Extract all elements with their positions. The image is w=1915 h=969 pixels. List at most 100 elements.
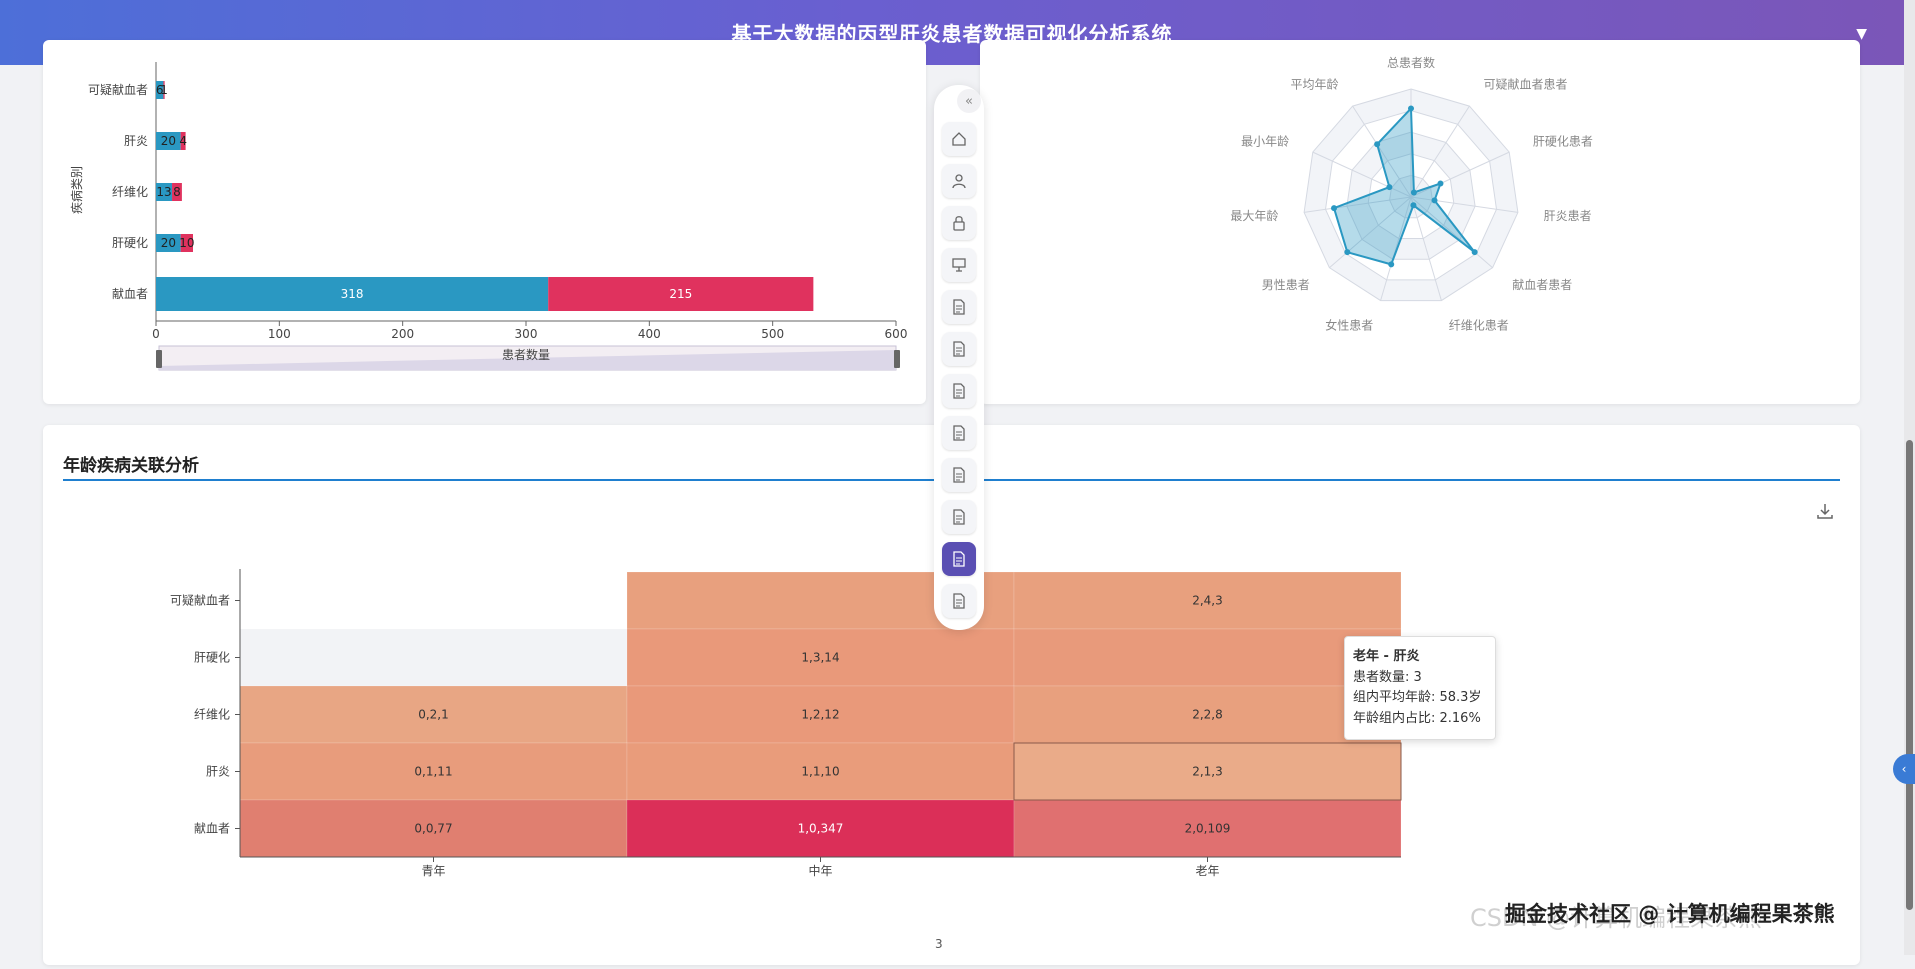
presentation-icon [952, 258, 966, 272]
radar-indicator-label: 男性患者 [1262, 278, 1310, 292]
x-tick-label: 300 [515, 327, 538, 341]
toolbar-lock-button[interactable] [942, 206, 976, 240]
x-tick-label: 400 [638, 327, 661, 341]
heatmap-cell [239, 628, 628, 687]
zoom-handle-right [894, 350, 900, 368]
radar-chart: 总患者数可疑献血者患者肝硬化患者肝炎患者献血者患者纤维化患者 女性患者 男性患者 最大… [1230, 55, 1593, 333]
x-tick-label: 老年 [1195, 864, 1219, 878]
heatmap-cell-label: 0,1,11 [414, 765, 452, 779]
radar-point [1410, 202, 1417, 209]
document-icon [953, 299, 965, 315]
radar-indicator-label: 可疑献血者患者 [1483, 76, 1567, 91]
bar-chart: 可疑献血者 61肝炎 20 4纤维化 13 8肝硬化 20 10献血者 318 2150 100 20… [69, 62, 908, 371]
heatmap-cell-label: 1,2,12 [801, 708, 839, 722]
radar-point [1431, 197, 1438, 204]
radar-point [1388, 261, 1395, 268]
x-tick-label: 100 [268, 327, 291, 341]
toolbar-user-button[interactable] [942, 164, 976, 198]
heatmap-cell-label: 1,1,10 [801, 765, 839, 779]
radar-indicator-label: 最大年龄 [1230, 209, 1278, 223]
user-icon [952, 174, 966, 189]
lock-icon [953, 216, 965, 231]
radar-indicator-label: 平均年龄 [1291, 77, 1339, 91]
y-tick-label: 可疑献血者 [88, 82, 148, 97]
toolbar-document-button[interactable] [942, 416, 976, 450]
radar-indicator-label: 肝硬化患者 [1533, 134, 1593, 148]
radar-point [1344, 249, 1351, 256]
toolbar-document-button[interactable] [942, 584, 976, 618]
radar-point [1408, 105, 1414, 112]
tooltip-title: 老年 - 肝炎 [1353, 649, 1420, 664]
radar-point [1331, 205, 1338, 212]
y-tick-label: 献血者 [112, 286, 148, 301]
zoom-handle-left [156, 350, 162, 368]
download-icon[interactable] [1816, 502, 1834, 520]
heatmap-cell-label: 0,2,1 [418, 708, 449, 722]
toolbar-document-button[interactable] [942, 458, 976, 492]
tooltip-line: 年龄组内占比: 2.16% [1353, 710, 1481, 726]
heatmap-tooltip: 老年 - 肝炎 患者数量: 3 组内平均年龄: 58.3岁 年龄组内占比: 2.… [1344, 636, 1496, 740]
radar-point [1410, 189, 1417, 196]
toolbar-document-button[interactable] [942, 332, 976, 366]
toolbar-document-button[interactable] [942, 542, 976, 576]
document-icon [953, 551, 965, 567]
y-tick-label: 献血者 [194, 821, 230, 836]
toolbar-presentation-button[interactable] [942, 248, 976, 282]
x-tick-label: 200 [391, 327, 414, 341]
radar-point [1386, 184, 1393, 191]
bar-label: 8 [173, 185, 181, 199]
collapse-button[interactable]: « [957, 89, 981, 113]
document-icon [953, 383, 965, 399]
radar-indicator-label: 献血者患者 [1512, 277, 1572, 292]
bar-label: 20 [161, 236, 176, 250]
heatmap-cell-label: 1,3,14 [801, 651, 839, 665]
bar-label: 10 [179, 236, 194, 250]
bar-label: 1 [160, 83, 168, 97]
tooltip-line: 组内平均年龄: 58.3岁 [1353, 690, 1482, 705]
x-tick-label: 青年 [421, 864, 445, 878]
home-icon [952, 132, 966, 146]
radar-point [1374, 141, 1381, 148]
heatmap-title: 年龄疾病关联分析 [63, 456, 199, 476]
toolbar-document-button[interactable] [942, 374, 976, 408]
heatmap-cell [1013, 628, 1402, 687]
toolbar-document-button[interactable] [942, 290, 976, 324]
y-tick-label: 纤维化 [112, 185, 148, 199]
scrollbar[interactable] [1904, 0, 1915, 955]
document-icon [953, 425, 965, 441]
heatmap-cell-label: 0,0,77 [414, 822, 452, 836]
x-tick-label: 0 [152, 327, 160, 341]
radar-indicator-label: 女性患者 [1325, 318, 1373, 333]
radar-chart-card: 总患者数 可疑献血者患者 肝硬化患者 肝炎患者 献血者患者 纤维化患者 女性患者 男性患者 最大… [980, 40, 1860, 404]
toolbar-document-button[interactable] [942, 500, 976, 534]
bar-label: 13 [156, 185, 171, 199]
y-axis-title: 疾病类别 [69, 166, 84, 214]
document-icon [953, 509, 965, 525]
scrollbar-thumb[interactable] [1906, 440, 1913, 910]
y-tick-label: 肝硬化 [194, 651, 230, 665]
y-tick-label: 纤维化 [194, 708, 230, 722]
x-tick-label: 600 [885, 327, 908, 341]
heatmap-cell-label: 2,1,3 [1192, 765, 1223, 779]
y-tick-label: 肝炎 [206, 765, 230, 779]
floating-toolbar: « [934, 85, 984, 630]
y-tick-label: 肝炎 [124, 134, 148, 148]
watermark-overlay: 掘金技术社区 @ 计算机编程果茶熊 [1505, 902, 1835, 926]
radar-indicator-label: 肝炎患者 [1544, 209, 1592, 223]
heatmap-cell-label: 1,0,347 [798, 822, 844, 836]
page-number: 3 [935, 937, 943, 951]
bar-chart-card: 可疑献血者 6 1 肝炎 20 4 纤维化 13 8 肝硬化 20 10 献血者 318 215 0 100 20… [43, 40, 926, 404]
x-axis-title: 患者数量 [502, 347, 550, 362]
bar-label: 215 [669, 287, 692, 301]
radar-indicator-label: 总患者数 [1387, 55, 1435, 70]
radar-point [1437, 180, 1444, 187]
side-expand-tab[interactable]: ‹ [1893, 754, 1915, 784]
toolbar-home-button[interactable] [942, 122, 976, 156]
x-tick-label: 500 [761, 327, 784, 341]
bar-label: 4 [179, 134, 187, 148]
tooltip-line: 患者数量: 3 [1353, 669, 1422, 685]
radar-indicator-label: 最小年龄 [1241, 134, 1289, 148]
document-icon [953, 593, 965, 609]
y-tick-label: 可疑献血者 [170, 593, 230, 608]
document-icon [953, 341, 965, 357]
